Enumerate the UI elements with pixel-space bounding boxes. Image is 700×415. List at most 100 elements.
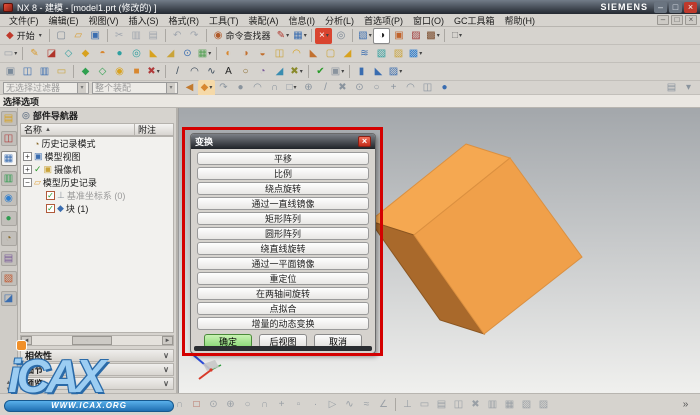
visibility-checkbox[interactable]: ✓ bbox=[46, 204, 55, 213]
tab-web-browser[interactable]: ● bbox=[1, 211, 17, 226]
move-face-icon[interactable]: ◆ bbox=[77, 64, 94, 80]
menu-edit[interactable]: 编辑(E) bbox=[44, 14, 84, 27]
transform-option-point-fit[interactable]: 点拟合 bbox=[197, 302, 369, 315]
extract-body-icon[interactable]: ▮ bbox=[353, 64, 370, 80]
delete-face-icon[interactable]: ✖▾ bbox=[145, 64, 162, 80]
hole-icon[interactable]: ⊙ bbox=[179, 46, 196, 62]
section-preview[interactable]: 预览∨ bbox=[20, 377, 174, 390]
shaded-with-edges-icon[interactable]: ▧▾ bbox=[356, 28, 373, 44]
ellipse-icon[interactable]: ○ bbox=[237, 64, 254, 80]
face-rule-icon[interactable]: ◠ bbox=[249, 80, 266, 96]
tab-reuse-library[interactable]: ▥ bbox=[1, 171, 17, 186]
tree-horizontal-scrollbar[interactable]: ◄ ► bbox=[20, 335, 174, 346]
immediate-hide-icon[interactable]: ▥ bbox=[36, 64, 53, 80]
chamfer-icon[interactable]: ◣ bbox=[305, 46, 322, 62]
snap-point-toggle-icon[interactable]: ◆▾ bbox=[198, 80, 215, 96]
menu-tools[interactable]: 工具(T) bbox=[204, 14, 244, 27]
dialog-close-button[interactable]: × bbox=[358, 136, 371, 147]
trim-body-icon[interactable]: ◫ bbox=[271, 46, 288, 62]
open-icon[interactable]: ▱ bbox=[70, 28, 87, 44]
swept-icon[interactable]: ◣ bbox=[145, 46, 162, 62]
subtract-icon[interactable]: ◑ bbox=[237, 46, 254, 62]
deviation-gauge-icon[interactable]: ▣▾ bbox=[329, 64, 346, 80]
rotate-view-icon[interactable]: ▩▾ bbox=[424, 28, 441, 44]
visibility-check-icon[interactable]: ✓ bbox=[34, 164, 42, 175]
transform-option-dynamic-increment[interactable]: 增量的动态变换 bbox=[197, 317, 369, 330]
task-dropdown-icon[interactable]: ▭▾ bbox=[2, 46, 19, 62]
dialog-title-bar[interactable]: 变换 × bbox=[191, 134, 375, 149]
tree-row-datum-csys[interactable]: ✓⊥基准坐标系 (0) bbox=[21, 189, 173, 202]
sketch-constraint-icon[interactable]: ◪ bbox=[43, 46, 60, 62]
doc-minimize-button[interactable]: – bbox=[657, 15, 669, 25]
panel-toggle-icon[interactable]: ▤ bbox=[663, 80, 680, 96]
view-capture-icon[interactable]: ▦▾ bbox=[291, 28, 308, 44]
pull-face-icon[interactable]: ◇ bbox=[94, 64, 111, 80]
column-name[interactable]: 名称▲ bbox=[21, 124, 135, 135]
extrude-icon[interactable]: ◆ bbox=[77, 46, 94, 62]
close-window-icon[interactable]: ×▾ bbox=[315, 28, 332, 44]
navigator-pin-icon[interactable]: ◎ bbox=[22, 110, 30, 121]
save-icon[interactable]: ▣ bbox=[87, 28, 104, 44]
snap-tangent-icon[interactable]: ◠ bbox=[402, 80, 419, 96]
move-object-icon[interactable]: ▣ bbox=[2, 64, 19, 80]
sketch-pen-icon[interactable]: ✎▾ bbox=[274, 28, 291, 44]
tree-row-history-mode[interactable]: ◔历史记录模式 bbox=[21, 137, 173, 150]
start-button[interactable]: ◆开始▾ bbox=[2, 28, 46, 44]
mirror-feature-icon[interactable]: ▨▾ bbox=[387, 64, 404, 80]
solid-body-icon[interactable]: ● bbox=[232, 80, 249, 96]
restore-button[interactable]: □ bbox=[669, 2, 682, 13]
arc-icon[interactable]: ◠ bbox=[186, 64, 203, 80]
tree-row-model-views[interactable]: +▣模型视图 bbox=[21, 150, 173, 163]
examine-geometry-icon[interactable]: ✔ bbox=[312, 64, 329, 80]
menu-insert[interactable]: 插入(S) bbox=[124, 14, 164, 27]
tab-constraint-navigator[interactable]: ◫ bbox=[1, 131, 17, 146]
project-curve-icon[interactable]: ◢ bbox=[271, 64, 288, 80]
command-finder-button[interactable]: ◉命令查找器 bbox=[210, 28, 275, 44]
menu-help[interactable]: 帮助(H) bbox=[500, 14, 541, 27]
visibility-checkbox[interactable]: ✓ bbox=[46, 191, 55, 200]
line-icon[interactable]: / bbox=[169, 64, 186, 80]
transform-option-mirror-through-plane[interactable]: 通过一平面镜像 bbox=[197, 257, 369, 270]
snap-midpoint-icon[interactable]: / bbox=[317, 80, 334, 96]
doc-restore-button[interactable]: □ bbox=[671, 15, 683, 25]
snap-center-icon[interactable]: ⊙ bbox=[351, 80, 368, 96]
menu-analysis[interactable]: 分析(L) bbox=[320, 14, 359, 27]
select-curve-icon[interactable]: ↷ bbox=[215, 80, 232, 96]
scroll-left-icon[interactable]: ◄ bbox=[21, 336, 32, 345]
tab-part-navigator[interactable]: ▦ bbox=[1, 151, 17, 166]
assembly-cut-icon[interactable]: ▣ bbox=[390, 28, 407, 44]
expand-toggle-icon[interactable]: − bbox=[23, 178, 32, 187]
menu-view[interactable]: 视图(V) bbox=[84, 14, 124, 27]
doc-close-button[interactable]: × bbox=[685, 15, 697, 25]
menu-file[interactable]: 文件(F) bbox=[4, 14, 44, 27]
transform-option-rotate-about-point[interactable]: 绕点旋转 bbox=[197, 182, 369, 195]
snap-face-icon[interactable]: ◫ bbox=[419, 80, 436, 96]
tab-hd3d-tools[interactable]: ◉ bbox=[1, 191, 17, 206]
text-icon[interactable]: A bbox=[220, 64, 237, 80]
minimize-button[interactable]: – bbox=[654, 2, 667, 13]
transform-option-reposition[interactable]: 重定位 bbox=[197, 272, 369, 285]
overflow-icon[interactable]: » bbox=[677, 397, 694, 413]
section-dependencies[interactable]: 相依性∨ bbox=[20, 349, 174, 362]
snap-endpoint-icon[interactable]: ⊕ bbox=[300, 80, 317, 96]
shell-icon[interactable]: ▢ bbox=[322, 46, 339, 62]
expand-toggle-icon[interactable]: + bbox=[23, 165, 32, 174]
transform-option-rotate-about-line[interactable]: 绕直线旋转 bbox=[197, 242, 369, 255]
composite-curve-icon[interactable]: ◣ bbox=[370, 64, 387, 80]
menu-information[interactable]: 信息(I) bbox=[284, 14, 321, 27]
more-options-icon[interactable]: ▾ bbox=[680, 80, 697, 96]
thread-icon[interactable]: ≋ bbox=[356, 46, 373, 62]
transform-option-rectangular-array[interactable]: 矩形阵列 bbox=[197, 212, 369, 225]
pattern-feature-icon[interactable]: ▦▾ bbox=[196, 46, 213, 62]
dialog-resize-rail[interactable] bbox=[194, 346, 372, 351]
transform-option-translate[interactable]: 平移 bbox=[197, 152, 369, 165]
offset-region-icon[interactable]: ◉ bbox=[111, 64, 128, 80]
tab-assembly-navigator[interactable]: ▤ bbox=[1, 111, 17, 126]
face-analysis-icon[interactable]: ◑ bbox=[373, 28, 390, 44]
menu-assemblies[interactable]: 装配(A) bbox=[244, 14, 284, 27]
torus-icon[interactable]: ◎ bbox=[128, 46, 145, 62]
shaded-pick-icon[interactable]: ● bbox=[436, 80, 453, 96]
edge-blend-icon[interactable]: ◠ bbox=[288, 46, 305, 62]
sew-icon[interactable]: ▩▾ bbox=[407, 46, 424, 62]
transform-option-rotate-between-axes[interactable]: 在两轴间旋转 bbox=[197, 287, 369, 300]
